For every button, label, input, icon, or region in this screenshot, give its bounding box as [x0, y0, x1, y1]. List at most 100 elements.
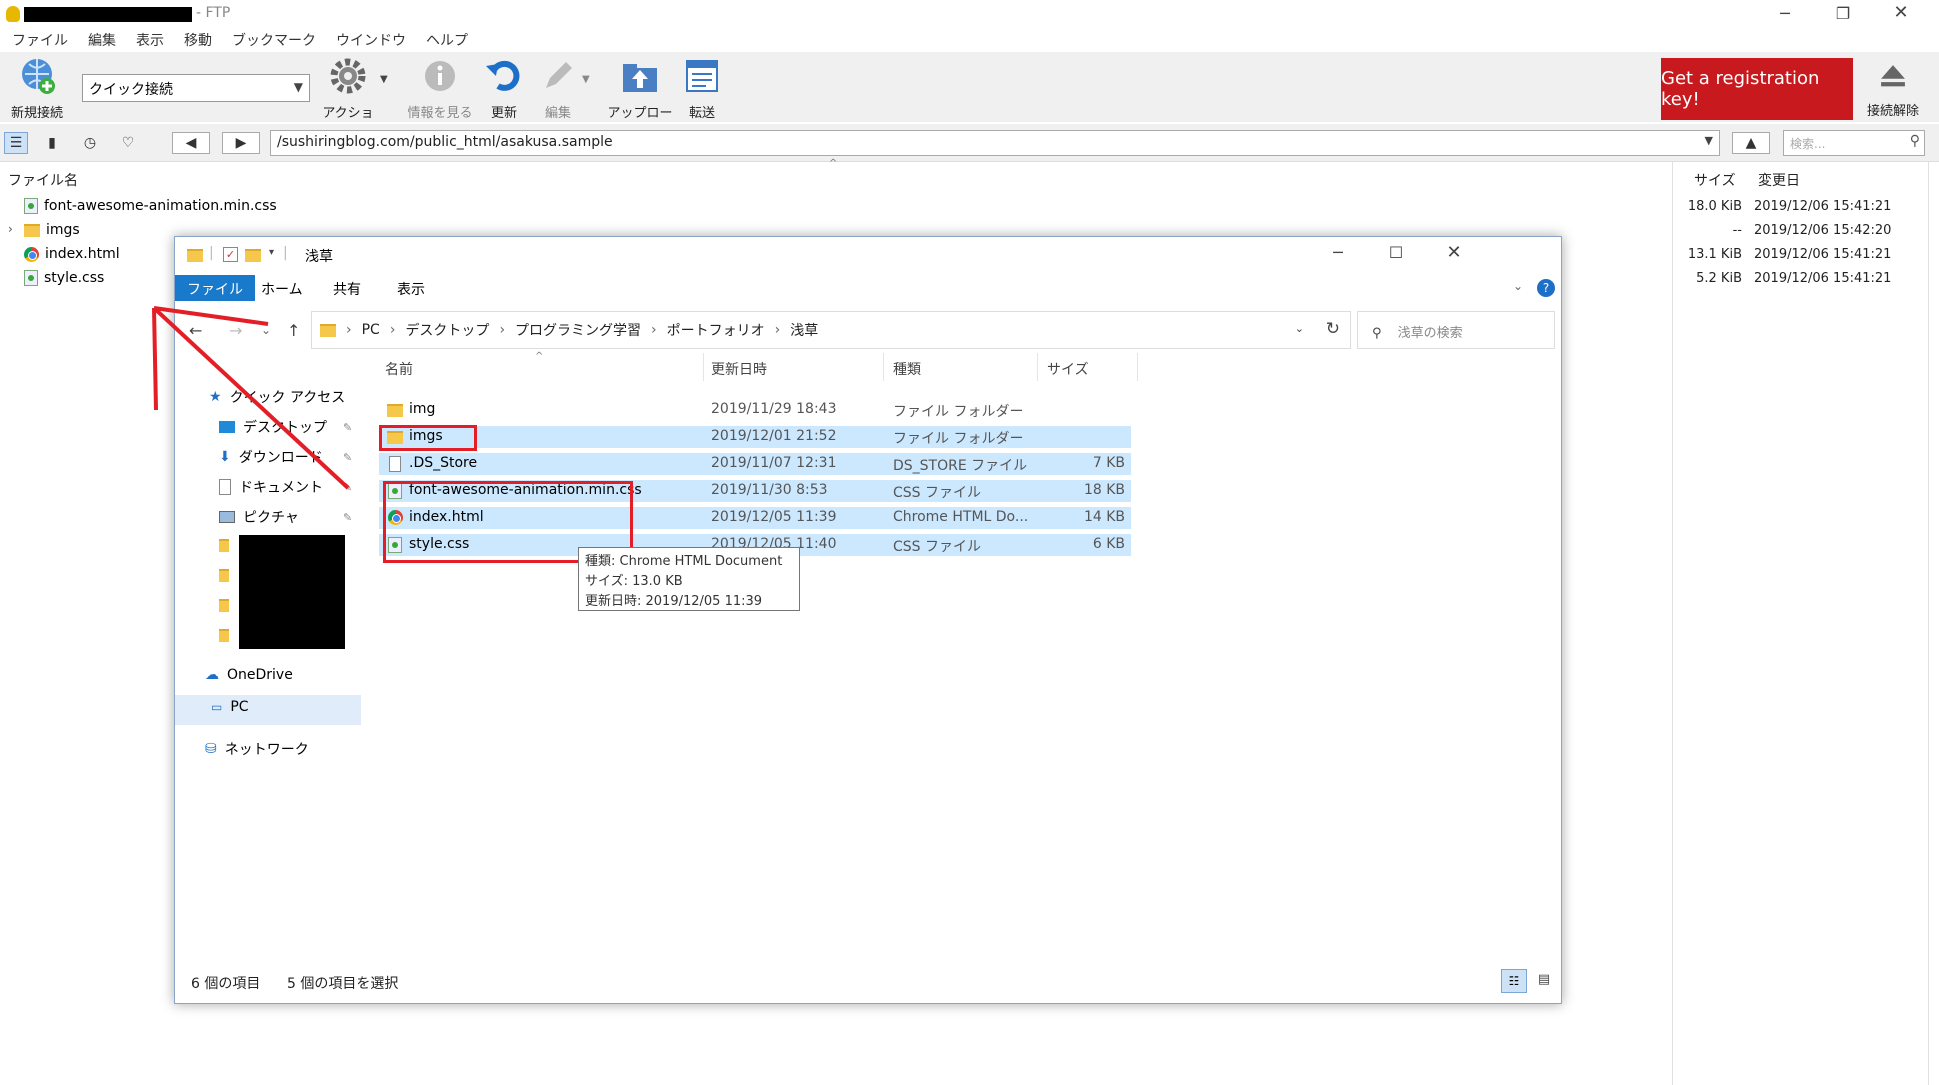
folder-icon[interactable]	[219, 599, 229, 612]
file-modified: 2019/11/30 8:53	[711, 482, 828, 498]
address-bar[interactable]: › PC › デスクトップ › プログラミング学習 › ポートフォリオ › 浅草…	[311, 311, 1351, 349]
nav-label: ネットワーク	[224, 742, 309, 758]
column-header-modified[interactable]: 更新日時	[711, 359, 767, 379]
css-file-icon	[24, 198, 38, 214]
divider: |	[283, 245, 288, 261]
tooltip-modified: 更新日時: 2019/12/05 11:39	[585, 594, 763, 609]
chevron-down-icon[interactable]: ⌄	[1295, 322, 1304, 335]
chevron-down-icon: ▼	[293, 80, 303, 94]
table-row[interactable]: .DS_Store 2019/11/07 12:31 DS_STORE ファイル…	[379, 453, 1131, 475]
properties-check-icon[interactable]: ✓	[223, 247, 238, 262]
refresh-icon[interactable]: ↻	[1326, 319, 1340, 339]
refresh-button[interactable]: 更新	[482, 56, 526, 121]
column-header-name[interactable]: 名前	[385, 359, 413, 379]
menu-view[interactable]: 表示	[133, 30, 167, 52]
globe-plus-icon	[22, 59, 55, 94]
file-size: 14 KB	[1083, 509, 1125, 525]
new-folder-icon[interactable]	[245, 249, 261, 262]
table-row[interactable]: img 2019/11/29 18:43 ファイル フォルダー	[379, 399, 1131, 421]
restore-icon[interactable]: ❐	[1828, 4, 1858, 23]
transfer-button[interactable]: 転送	[680, 56, 724, 121]
refresh-icon	[486, 60, 520, 91]
explorer-window[interactable]: | ✓ ▾ | 浅草 ─ ☐ ✕ ファイル ホーム 共有 表示 ⌄ ? ← → …	[174, 236, 1562, 1004]
forward-button[interactable]: ▶	[222, 132, 260, 154]
parent-directory-button[interactable]: ▲	[1732, 132, 1770, 154]
toolbar: 新規接続 クイック接続 ▼ アクション ▼ 情報を見る 更新 編集 ▼ アップロ…	[0, 52, 1939, 140]
info-button[interactable]: 情報を見る	[404, 56, 476, 121]
bookmark-icon[interactable]: ▮	[40, 132, 64, 154]
customize-dropdown-icon[interactable]: ▾	[269, 247, 274, 258]
column-header-modified[interactable]: 変更日	[1758, 170, 1800, 190]
nav-label: ピクチャ	[243, 510, 299, 526]
breadcrumb-programming[interactable]: プログラミング学習	[515, 320, 641, 340]
list-item[interactable]: font-awesome-animation.min.css	[24, 198, 277, 214]
cyberduck-icon	[6, 6, 20, 22]
breadcrumb-asakusa[interactable]: 浅草	[790, 320, 818, 340]
close-icon[interactable]: ✕	[1439, 242, 1469, 263]
transfer-list-icon	[686, 60, 718, 92]
edit-dropdown-icon[interactable]: ▼	[582, 74, 590, 85]
list-item[interactable]: imgs	[24, 222, 80, 238]
network-icon: ⛁	[205, 741, 217, 757]
folder-icon[interactable]	[219, 629, 229, 642]
annotation-arrow	[152, 306, 350, 490]
chevron-right-icon[interactable]: ›	[8, 222, 13, 236]
nav-onedrive[interactable]: ☁ OneDrive	[205, 667, 293, 683]
menu-window[interactable]: ウインドウ	[333, 30, 409, 52]
column-header-filename[interactable]: ファイル名	[8, 170, 78, 190]
registration-key-button[interactable]: Get a registration key!	[1661, 58, 1853, 120]
breadcrumb-pc[interactable]: PC	[362, 322, 380, 338]
history-icon[interactable]: ◷	[78, 132, 102, 154]
breadcrumb-desktop[interactable]: デスクトップ	[405, 320, 489, 340]
action-dropdown-icon[interactable]: ▼	[380, 74, 388, 85]
menu-bookmark[interactable]: ブックマーク	[229, 30, 319, 52]
file-size: 18 KB	[1083, 482, 1125, 498]
minimize-icon[interactable]: ─	[1770, 4, 1800, 23]
minimize-icon[interactable]: ─	[1323, 243, 1353, 262]
breadcrumb-portfolio[interactable]: ポートフォリオ	[667, 320, 765, 340]
details-view-icon[interactable]: ☷	[1501, 969, 1527, 993]
gear-icon	[330, 58, 366, 94]
ribbon-expand-icon[interactable]: ⌄	[1513, 279, 1523, 293]
edit-button[interactable]: 編集	[536, 56, 580, 121]
close-icon[interactable]: ✕	[1886, 2, 1916, 23]
browser-view-icon[interactable]: ☰	[4, 132, 28, 154]
quick-connect-select[interactable]: クイック接続 ▼	[82, 74, 310, 102]
column-header-type[interactable]: 種類	[893, 359, 921, 379]
column-header-size[interactable]: サイズ	[1047, 359, 1089, 379]
menu-go[interactable]: 移動	[181, 30, 215, 52]
file-name: index.html	[45, 246, 120, 262]
table-row[interactable]: imgs 2019/12/01 21:52 ファイル フォルダー	[379, 426, 1131, 448]
disconnect-button[interactable]: 接続解除	[1860, 60, 1926, 119]
bonjour-icon[interactable]: ♡	[116, 132, 140, 154]
upload-folder-icon	[623, 64, 657, 92]
help-icon[interactable]: ?	[1537, 279, 1555, 297]
menu-file[interactable]: ファイル	[9, 30, 71, 52]
folder-icon[interactable]	[219, 569, 229, 582]
large-icons-view-icon[interactable]: ▤	[1531, 969, 1557, 993]
file-icon	[389, 456, 401, 472]
list-item[interactable]: style.css	[24, 270, 104, 286]
redacted-title	[24, 7, 192, 22]
breadcrumb-separator: ›	[389, 322, 396, 338]
path-select[interactable]: /sushiringblog.com/public_html/asakusa.s…	[270, 130, 1720, 156]
breadcrumb-separator: ›	[499, 322, 506, 338]
explorer-search-input[interactable]: ⚲ 浅草の検索	[1357, 311, 1555, 349]
new-connection-button[interactable]: 新規接続	[6, 56, 68, 121]
file-size: 5.2 KiB	[1696, 271, 1742, 286]
list-item[interactable]: index.html	[24, 246, 120, 262]
folder-icon[interactable]	[219, 539, 229, 552]
sort-indicator-icon: ^	[829, 158, 838, 169]
back-button[interactable]: ◀	[172, 132, 210, 154]
menu-edit[interactable]: 編集	[85, 30, 119, 52]
tab-view[interactable]: 表示	[385, 275, 437, 301]
tooltip-size: サイズ: 13.0 KB	[585, 574, 683, 589]
nav-pictures[interactable]: ピクチャ	[219, 507, 299, 527]
menu-help[interactable]: ヘルプ	[423, 30, 471, 52]
nav-network[interactable]: ⛁ ネットワーク	[205, 739, 309, 759]
maximize-icon[interactable]: ☐	[1381, 243, 1411, 262]
nav-pc[interactable]: ▭ PC	[211, 699, 249, 715]
column-header-size[interactable]: サイズ	[1694, 170, 1736, 190]
folder-icon	[387, 404, 403, 417]
search-input[interactable]: 検索... ⚲	[1783, 130, 1925, 156]
